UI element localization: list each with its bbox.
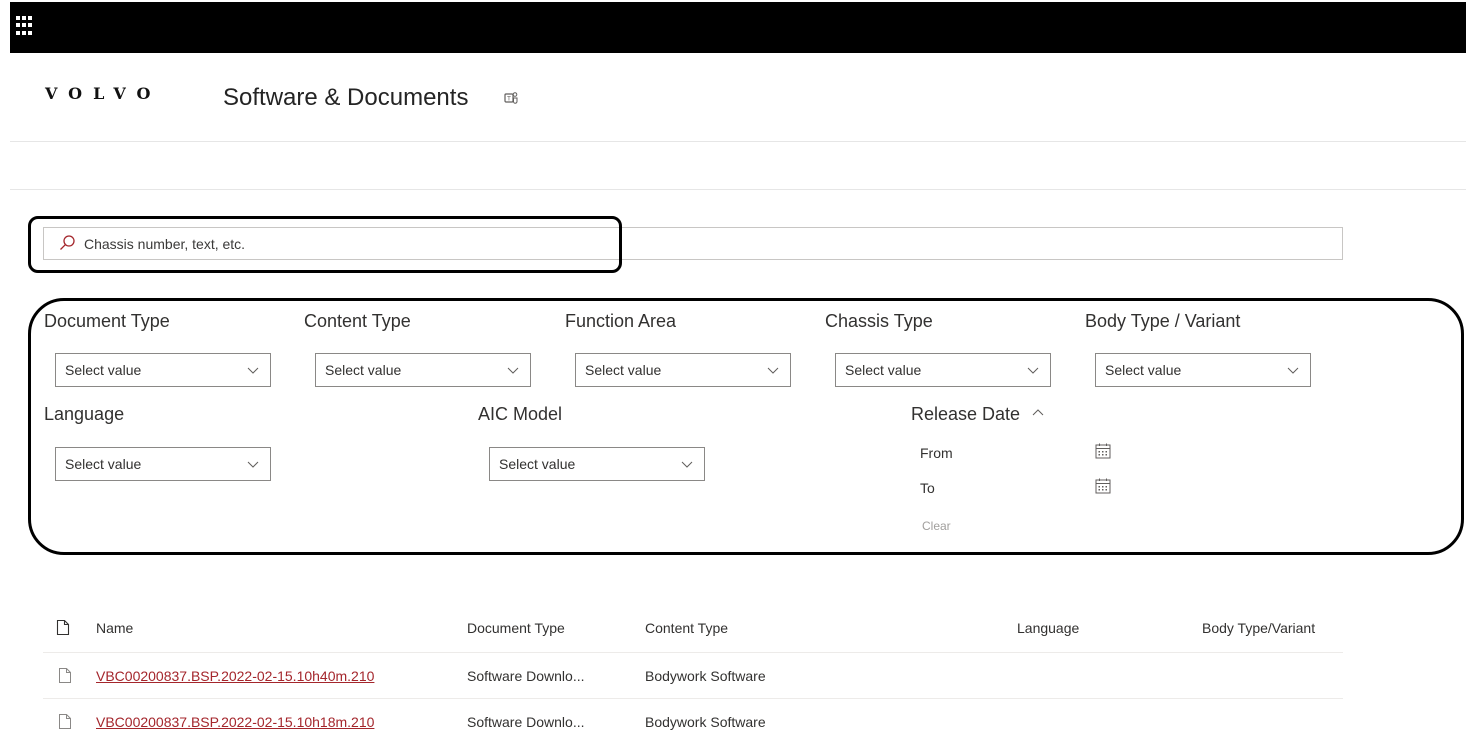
calendar-icon[interactable]: [1094, 477, 1112, 495]
chevron-down-icon: [247, 461, 259, 468]
chassis-type-dropdown[interactable]: Select value: [835, 353, 1051, 387]
dropdown-value: Select value: [585, 362, 662, 378]
suite-bar: [10, 2, 1466, 53]
column-header-name[interactable]: Name: [96, 620, 133, 636]
chassis-type-label: Chassis Type: [825, 311, 933, 331]
file-icon: [59, 668, 71, 683]
release-date-label[interactable]: Release Date: [911, 404, 1020, 425]
cell-content-type: Bodywork Software: [645, 668, 766, 684]
filters-highlight-frame: [28, 298, 1464, 555]
chevron-up-icon[interactable]: [1031, 406, 1045, 420]
teams-icon[interactable]: T: [504, 91, 518, 105]
file-icon: [59, 714, 71, 729]
brand-logo[interactable]: VOLVO: [45, 84, 162, 103]
chevron-down-icon: [681, 461, 693, 468]
dropdown-value: Select value: [845, 362, 922, 378]
date-to-label: To: [920, 480, 935, 496]
document-type-label: Document Type: [44, 311, 170, 331]
document-type-dropdown[interactable]: Select value: [55, 353, 271, 387]
command-bar-divider: [10, 189, 1466, 190]
file-name-link[interactable]: VBC00200837.BSP.2022-02-15.10h40m.210: [96, 668, 374, 684]
language-label: Language: [44, 404, 125, 424]
dropdown-value: Select value: [65, 456, 142, 472]
chevron-down-icon: [507, 367, 519, 374]
dropdown-value: Select value: [65, 362, 142, 378]
search-highlight-frame: [28, 216, 622, 273]
body-type-label: Body Type / Variant: [1085, 311, 1241, 331]
chevron-down-icon: [1287, 367, 1299, 374]
function-area-dropdown[interactable]: Select value: [575, 353, 791, 387]
cell-document-type: Software Downlo...: [467, 668, 585, 684]
dropdown-value: Select value: [325, 362, 402, 378]
content-type-dropdown[interactable]: Select value: [315, 353, 531, 387]
site-title[interactable]: Software & Documents: [223, 84, 468, 112]
waffle-icon[interactable]: [16, 16, 36, 36]
header-row-divider: [43, 652, 1343, 653]
dropdown-value: Select value: [1105, 362, 1182, 378]
column-header-content-type[interactable]: Content Type: [645, 620, 728, 636]
chevron-down-icon: [767, 367, 779, 374]
calendar-icon[interactable]: [1094, 442, 1112, 460]
column-header-body-type[interactable]: Body Type/Variant: [1202, 620, 1315, 636]
file-name-link[interactable]: VBC00200837.BSP.2022-02-15.10h18m.210: [96, 714, 374, 730]
language-dropdown[interactable]: Select value: [55, 447, 271, 481]
row-divider: [43, 698, 1343, 699]
date-from-label: From: [920, 445, 953, 461]
header-divider: [10, 141, 1466, 142]
function-area-label: Function Area: [565, 311, 677, 331]
chevron-down-icon: [1027, 367, 1039, 374]
column-header-language[interactable]: Language: [1017, 620, 1079, 636]
aic-model-dropdown[interactable]: Select value: [489, 447, 705, 481]
chevron-down-icon: [247, 367, 259, 374]
file-type-header-icon[interactable]: [56, 619, 70, 636]
content-type-label: Content Type: [304, 311, 411, 331]
clear-date-link[interactable]: Clear: [922, 519, 951, 533]
svg-text:T: T: [506, 96, 511, 103]
body-type-dropdown[interactable]: Select value: [1095, 353, 1311, 387]
cell-document-type: Software Downlo...: [467, 714, 585, 730]
dropdown-value: Select value: [499, 456, 576, 472]
cell-content-type: Bodywork Software: [645, 714, 766, 730]
column-header-document-type[interactable]: Document Type: [467, 620, 565, 636]
aic-model-label: AIC Model: [478, 404, 563, 424]
